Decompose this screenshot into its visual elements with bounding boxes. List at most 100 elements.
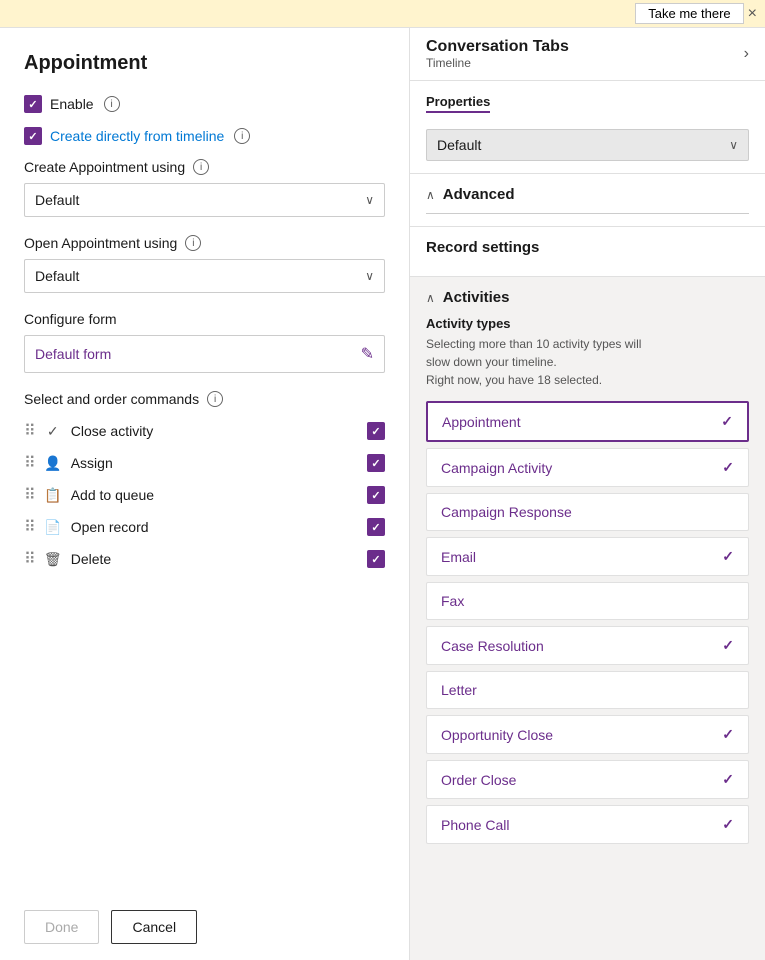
panel-title: Appointment xyxy=(24,52,385,75)
properties-chevron-icon: ∨ xyxy=(729,138,738,152)
panel-footer: Done Cancel xyxy=(24,894,385,944)
right-header-chevron-icon[interactable]: › xyxy=(744,45,749,63)
activity-email-label: Email xyxy=(441,549,476,565)
activity-phone-call-checkmark: ✓ xyxy=(722,816,734,833)
activity-letter-label: Letter xyxy=(441,682,477,698)
list-item[interactable]: Phone Call ✓ xyxy=(426,805,749,844)
enable-checkmark: ✓ xyxy=(28,98,37,111)
drag-handle-icon[interactable]: ⠿ xyxy=(24,549,35,569)
assign-icon: 👤 xyxy=(43,455,63,472)
activity-opportunity-close-label: Opportunity Close xyxy=(441,727,553,743)
open-using-info-icon[interactable]: i xyxy=(185,235,201,251)
left-panel: Appointment ✓ Enable i ✓ Create directly… xyxy=(0,28,410,960)
list-item[interactable]: Opportunity Close ✓ xyxy=(426,715,749,754)
advanced-chevron-icon: ∧ xyxy=(426,188,435,202)
create-timeline-checkbox[interactable]: ✓ xyxy=(24,127,42,145)
activities-label: Activities xyxy=(443,289,510,306)
banner-close-button[interactable]: × xyxy=(748,5,757,23)
right-panel: Conversation Tabs Timeline › Properties … xyxy=(410,28,765,960)
activity-campaign-activity-checkmark: ✓ xyxy=(722,459,734,476)
list-item[interactable]: Letter xyxy=(426,671,749,709)
activity-case-resolution-checkmark: ✓ xyxy=(722,637,734,654)
create-using-chevron-icon: ∨ xyxy=(365,193,374,207)
configure-form-field[interactable]: Default form ✎ xyxy=(24,335,385,373)
record-settings-label: Record settings xyxy=(426,239,749,256)
list-item[interactable]: Campaign Activity ✓ xyxy=(426,448,749,487)
list-item[interactable]: Email ✓ xyxy=(426,537,749,576)
activity-campaign-response-label: Campaign Response xyxy=(441,504,572,520)
list-item[interactable]: Order Close ✓ xyxy=(426,760,749,799)
activities-section: ∧ Activities Activity types Selecting mo… xyxy=(410,277,765,856)
table-row: ⠿ 📄 Open record ✓ xyxy=(24,513,385,541)
drag-handle-icon[interactable]: ⠿ xyxy=(24,453,35,473)
advanced-section: ∧ Advanced xyxy=(410,174,765,227)
add-to-queue-checkbox[interactable]: ✓ xyxy=(367,486,385,504)
add-to-queue-icon: 📋 xyxy=(43,487,63,504)
advanced-divider xyxy=(426,213,749,214)
create-using-dropdown[interactable]: Default ∨ xyxy=(24,183,385,217)
timeline-subtitle: Timeline xyxy=(426,56,569,70)
delete-checkbox[interactable]: ✓ xyxy=(367,550,385,568)
assign-label: Assign xyxy=(71,455,359,471)
enable-label: Enable xyxy=(50,96,94,112)
list-item[interactable]: Case Resolution ✓ xyxy=(426,626,749,665)
drag-handle-icon[interactable]: ⠿ xyxy=(24,485,35,505)
close-activity-icon: ✓ xyxy=(43,423,63,440)
delete-icon: 🗑 xyxy=(43,551,63,568)
list-item[interactable]: Fax xyxy=(426,582,749,620)
add-to-queue-label: Add to queue xyxy=(71,487,359,503)
enable-checkbox[interactable]: ✓ xyxy=(24,95,42,113)
activities-header-row[interactable]: ∧ Activities xyxy=(426,289,749,306)
activity-phone-call-label: Phone Call xyxy=(441,817,510,833)
cancel-button[interactable]: Cancel xyxy=(111,910,197,944)
activities-chevron-icon: ∧ xyxy=(426,291,435,305)
configure-form-label: Configure form xyxy=(24,311,385,327)
open-using-label: Open Appointment using i xyxy=(24,235,385,251)
table-row: ⠿ 📋 Add to queue ✓ xyxy=(24,481,385,509)
drag-handle-icon[interactable]: ⠿ xyxy=(24,421,35,441)
activity-order-close-label: Order Close xyxy=(441,772,516,788)
conversation-tabs-title: Conversation Tabs xyxy=(426,38,569,56)
done-button: Done xyxy=(24,910,99,944)
create-timeline-info-icon[interactable]: i xyxy=(234,128,250,144)
open-using-value: Default xyxy=(35,268,79,284)
drag-handle-icon[interactable]: ⠿ xyxy=(24,517,35,537)
take-me-there-button[interactable]: Take me there xyxy=(635,3,743,24)
table-row: ⠿ 🗑 Delete ✓ xyxy=(24,545,385,573)
activity-order-close-checkmark: ✓ xyxy=(722,771,734,788)
open-record-label: Open record xyxy=(71,519,359,535)
commands-info-icon[interactable]: i xyxy=(207,391,223,407)
configure-form-value: Default form xyxy=(35,346,111,362)
properties-value: Default xyxy=(437,137,481,153)
properties-title: Properties xyxy=(426,94,490,113)
right-body: Properties Default ∨ ∧ Advanced Recor xyxy=(410,81,765,960)
open-using-chevron-icon: ∨ xyxy=(365,269,374,283)
list-item[interactable]: Appointment ✓ xyxy=(426,401,749,442)
activity-types-note: Selecting more than 10 activity types wi… xyxy=(426,335,749,389)
enable-checkbox-row[interactable]: ✓ Enable i xyxy=(24,95,385,113)
advanced-label: Advanced xyxy=(443,186,515,203)
create-using-info-icon[interactable]: i xyxy=(193,159,209,175)
activity-fax-label: Fax xyxy=(441,593,464,609)
activity-opportunity-close-checkmark: ✓ xyxy=(722,726,734,743)
table-row: ⠿ 👤 Assign ✓ xyxy=(24,449,385,477)
properties-section: Properties Default ∨ xyxy=(410,81,765,174)
edit-icon[interactable]: ✎ xyxy=(361,344,374,364)
create-timeline-checkbox-row[interactable]: ✓ Create directly from timeline i xyxy=(24,127,385,145)
enable-info-icon[interactable]: i xyxy=(104,96,120,112)
open-using-dropdown[interactable]: Default ∨ xyxy=(24,259,385,293)
create-using-value: Default xyxy=(35,192,79,208)
assign-checkbox[interactable]: ✓ xyxy=(367,454,385,472)
activity-list: Appointment ✓ Campaign Activity ✓ Campai… xyxy=(426,401,749,844)
advanced-header-row[interactable]: ∧ Advanced xyxy=(426,186,749,203)
command-list: ⠿ ✓ Close activity ✓ ⠿ 👤 Assign ✓ ⠿ 📋 xyxy=(24,417,385,573)
properties-dropdown[interactable]: Default ∨ xyxy=(426,129,749,161)
close-activity-checkbox[interactable]: ✓ xyxy=(367,422,385,440)
activity-case-resolution-label: Case Resolution xyxy=(441,638,544,654)
right-panel-header: Conversation Tabs Timeline › xyxy=(410,28,765,81)
open-record-checkbox[interactable]: ✓ xyxy=(367,518,385,536)
open-record-icon: 📄 xyxy=(43,519,63,536)
record-settings-section: Record settings xyxy=(410,227,765,277)
create-using-label: Create Appointment using i xyxy=(24,159,385,175)
list-item[interactable]: Campaign Response xyxy=(426,493,749,531)
